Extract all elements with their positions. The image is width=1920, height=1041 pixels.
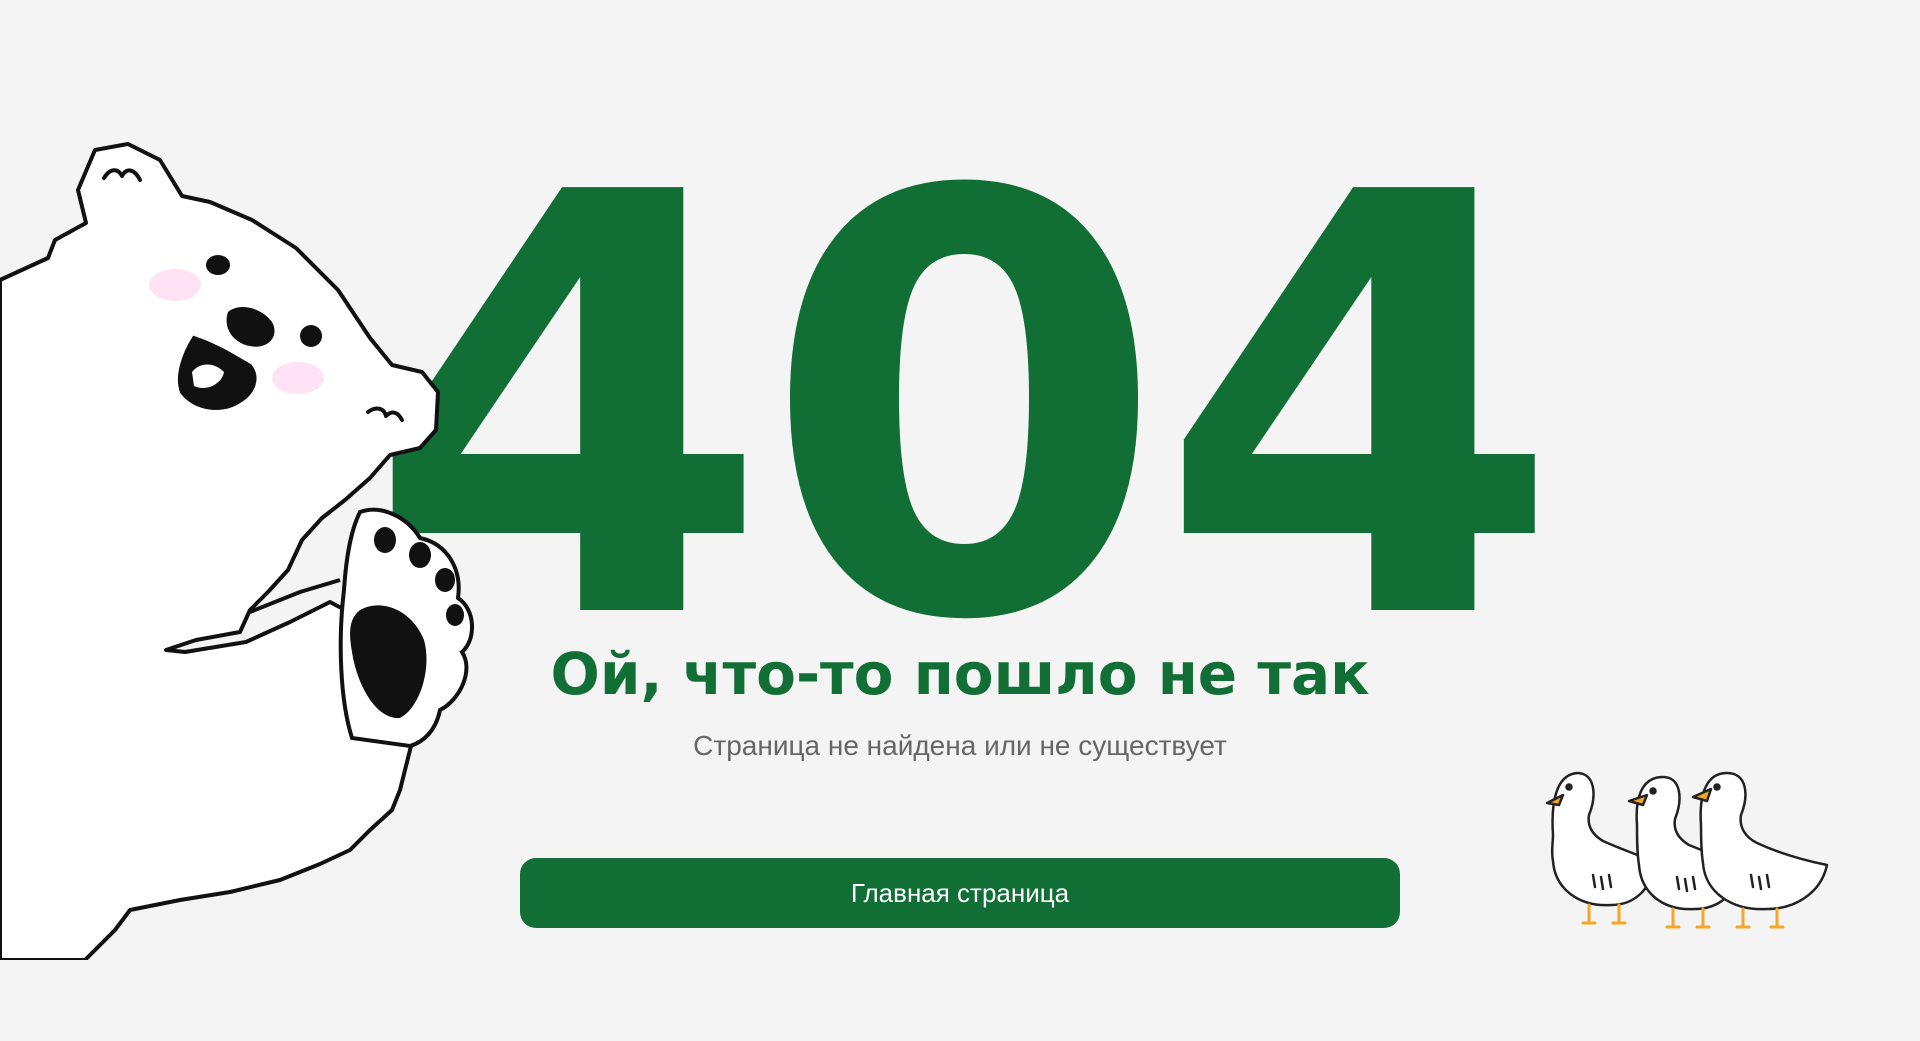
bear-toe-4 (446, 604, 464, 626)
bear-toe-2 (409, 542, 431, 568)
error-page: 404 Ой, что-то пошло не так Страница не … (0, 0, 1920, 1041)
bear-blush-right (272, 362, 324, 394)
bear-eye-left (206, 255, 230, 275)
polar-bear-illustration (0, 142, 475, 960)
error-code: 404 (366, 72, 1562, 747)
error-message: Страница не найдена или не существует (693, 730, 1227, 761)
bear-toe-3 (435, 568, 455, 592)
bear-toe-1 (374, 527, 396, 553)
bear-eye-right (300, 325, 322, 347)
bear-blush-left (149, 269, 201, 301)
error-headline: Ой, что-то пошло не так (550, 640, 1370, 708)
home-page-button[interactable]: Главная страница (520, 858, 1400, 928)
geese-illustration (1545, 771, 1829, 929)
